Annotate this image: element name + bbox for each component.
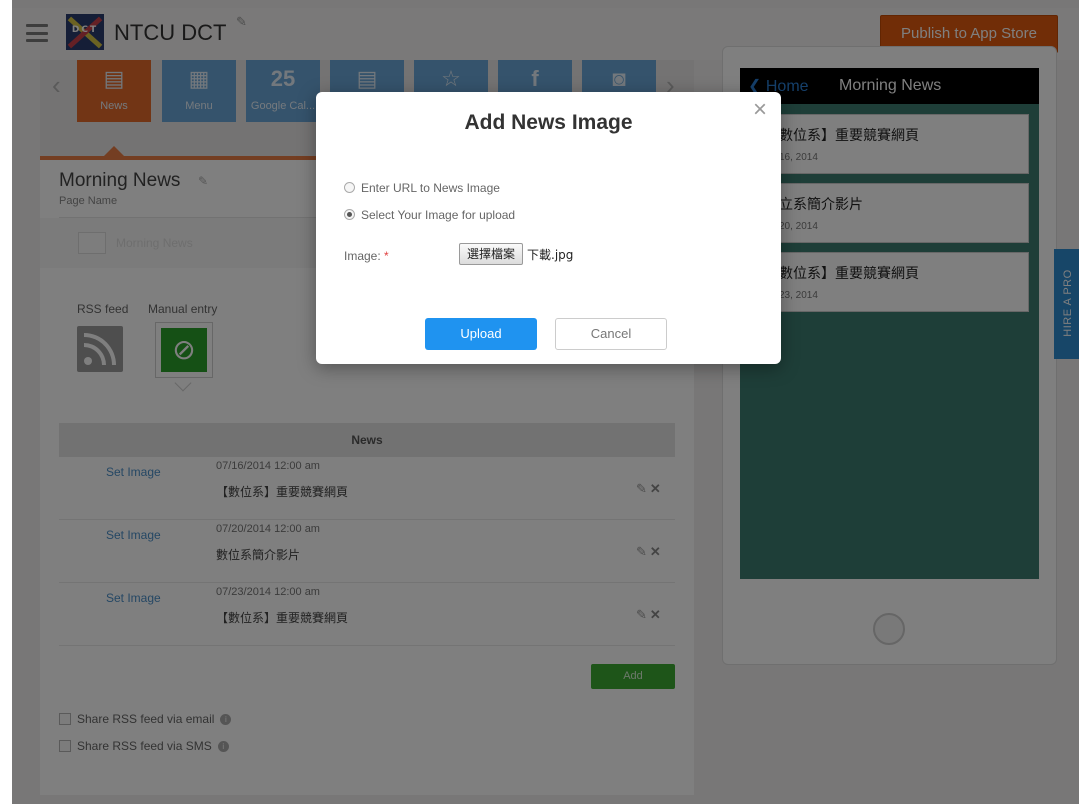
url-radio[interactable] [344,182,355,193]
left-edge-strip [0,0,12,804]
required-mark: * [384,249,389,263]
option-upload-label: Select Your Image for upload [361,208,516,222]
option-upload-row[interactable]: Select Your Image for upload [344,208,515,222]
cancel-button[interactable]: Cancel [555,318,667,350]
image-field-label: Image: * [344,249,389,263]
choose-file-button[interactable]: 選擇檔案 [459,243,523,265]
dialog-title: Add News Image [464,111,633,134]
option-url-label: Enter URL to News Image [361,181,500,195]
add-news-image-dialog: × Add News Image Enter URL to News Image… [316,92,781,364]
option-url-row[interactable]: Enter URL to News Image [344,181,500,195]
selected-file-name: 下載.jpg [527,248,574,262]
upload-button[interactable]: Upload [425,318,537,350]
upload-radio[interactable] [344,209,355,220]
